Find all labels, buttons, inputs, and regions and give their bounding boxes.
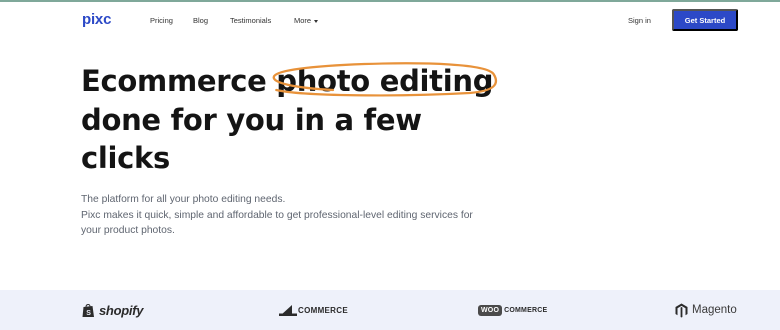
hero-title-highlight-text: photo editing <box>276 64 494 98</box>
nav-link-pricing[interactable]: Pricing <box>150 16 173 25</box>
svg-text:S: S <box>86 310 91 317</box>
magento-wordmark: Magento <box>692 304 737 316</box>
chevron-down-icon <box>314 19 319 23</box>
shopify-wordmark: shopify <box>99 302 144 318</box>
pixc-logo[interactable]: pixc <box>82 11 111 28</box>
hero-title-rest: done for you in a few clicks <box>81 102 422 176</box>
woo-badge: WOO <box>478 304 503 316</box>
bigcommerce-wordmark: COMMERCE <box>298 305 348 315</box>
hero-title: Ecommerce photo editing done for you in … <box>81 62 501 178</box>
bigcommerce-logo: COMMERCE <box>279 290 348 330</box>
nav-more-label: More <box>294 16 312 25</box>
magento-logo: Magento <box>675 290 737 330</box>
get-started-button[interactable]: Get Started <box>672 9 738 31</box>
nav-link-testimonials[interactable]: Testimonials <box>230 16 271 25</box>
shopify-bag-icon: S <box>82 303 94 317</box>
shopify-logo: S shopify <box>82 290 143 330</box>
woocommerce-wordmark: COMMERCE <box>504 306 548 314</box>
woocommerce-logo: WOO COMMERCE <box>478 290 547 330</box>
hero-subtitle: The platform for all your photo editing … <box>81 192 481 239</box>
hero-subtitle-line2: Pixc makes it quick, simple and affordab… <box>81 209 473 237</box>
integrations-strip: S shopify COMMERCE WOO COMMERCE Magento <box>0 290 780 330</box>
hero-subtitle-line1: The platform for all your photo editing … <box>81 194 286 205</box>
hero-title-highlight: photo editing <box>273 62 498 101</box>
magento-mark-icon <box>675 303 688 317</box>
sign-in-link[interactable]: Sign in <box>628 16 651 25</box>
hero-title-lead: Ecommerce <box>81 64 277 98</box>
nav-more-dropdown[interactable]: More <box>294 16 319 25</box>
bigcommerce-mark-icon <box>279 305 297 316</box>
nav-link-blog[interactable]: Blog <box>193 16 208 25</box>
top-navigation: pixc Pricing Blog Testimonials More Sign… <box>0 2 780 38</box>
